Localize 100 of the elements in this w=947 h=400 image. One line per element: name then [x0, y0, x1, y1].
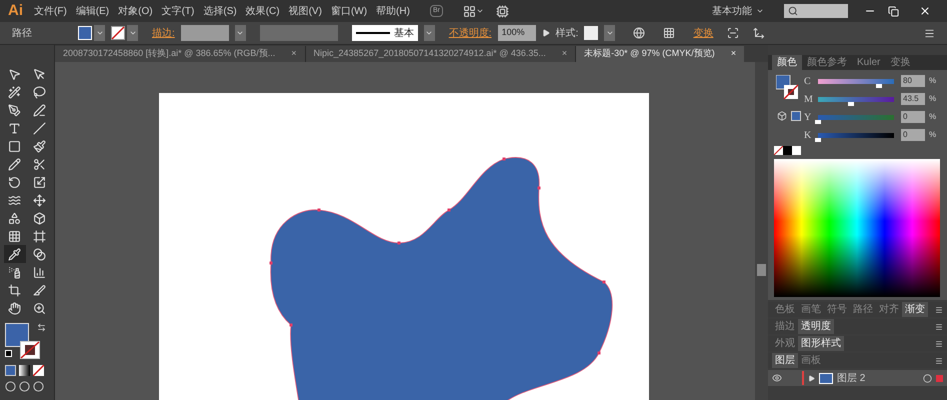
- menu-item[interactable]: 文件(F): [34, 4, 67, 18]
- panel-tab[interactable]: 图层: [772, 353, 798, 368]
- fill-swatch[interactable]: [78, 26, 92, 40]
- stroke-weight-field[interactable]: [180, 25, 229, 41]
- panel-tab[interactable]: 图形样式: [798, 336, 844, 351]
- dropdown-button[interactable]: [424, 25, 435, 41]
- target-icon[interactable]: [923, 374, 932, 382]
- panel-tab[interactable]: 颜色参考: [802, 55, 852, 70]
- panel-menu-icon[interactable]: [935, 322, 943, 330]
- menu-item[interactable]: 编辑(E): [76, 4, 110, 18]
- vertical-scrollbar[interactable]: [755, 62, 768, 400]
- stroke-color-swatch[interactable]: [20, 341, 40, 359]
- menu-item[interactable]: 对象(O): [118, 4, 153, 18]
- color-swatch[interactable]: [783, 146, 792, 155]
- menu-item[interactable]: 效果(C): [246, 4, 280, 18]
- default-colors-icon[interactable]: [5, 350, 12, 357]
- tool-button[interactable]: [4, 245, 26, 263]
- panel-menu-icon[interactable]: [924, 28, 935, 38]
- color-spectrum[interactable]: [774, 159, 940, 297]
- panel-tab[interactable]: 渐变: [902, 302, 928, 317]
- style-swatch[interactable]: [584, 26, 598, 40]
- color-swatch[interactable]: [792, 146, 801, 155]
- globe-icon[interactable]: [633, 27, 646, 39]
- screen-mode-icon[interactable]: [5, 381, 16, 392]
- transform-link[interactable]: 变换: [693, 26, 714, 40]
- no-stroke-swatch[interactable]: [111, 26, 125, 40]
- search-field[interactable]: [784, 4, 848, 18]
- layer-thumbnail: [819, 372, 833, 384]
- tab-close-button[interactable]: ×: [291, 47, 297, 61]
- shapes-icon: [8, 212, 21, 224]
- layout-icon[interactable]: [462, 4, 476, 18]
- tab-close-button[interactable]: ×: [730, 47, 736, 61]
- gpu-icon[interactable]: [496, 4, 509, 18]
- panel-tab[interactable]: 颜色: [772, 55, 802, 70]
- opacity-field[interactable]: 100%: [498, 25, 536, 41]
- slider-thumb[interactable]: [876, 84, 882, 88]
- stroke-line-icon: [356, 32, 390, 34]
- panel-tab[interactable]: 对齐: [876, 302, 902, 317]
- slider-thumb[interactable]: [815, 138, 821, 142]
- menu-item[interactable]: 视图(V): [288, 4, 322, 18]
- workspace-switcher[interactable]: 基本功能: [712, 4, 764, 18]
- panel-tab[interactable]: Kuler: [852, 55, 886, 70]
- brush-dropdown[interactable]: 基本: [352, 25, 418, 41]
- panel-tab[interactable]: 色板: [772, 302, 798, 317]
- eye-icon[interactable]: [772, 373, 782, 383]
- scrollbar-thumb[interactable]: [757, 264, 766, 276]
- menu-item[interactable]: 帮助(H): [376, 4, 410, 18]
- panel-tab[interactable]: 外观: [772, 336, 798, 351]
- dropdown-button[interactable]: [604, 25, 616, 41]
- document-tab[interactable]: 未标题-30* @ 97% (CMYK/预览) ×: [576, 46, 744, 62]
- gradient-mode-button[interactable]: [19, 365, 30, 376]
- panel-tab[interactable]: 描边: [772, 319, 798, 334]
- panel-menu-icon[interactable]: [935, 306, 943, 314]
- channel-value-field[interactable]: 0: [901, 129, 925, 141]
- panel-tab[interactable]: 路径: [850, 302, 876, 317]
- brush-label: 基本: [394, 26, 414, 40]
- panel-tab[interactable]: 画板: [798, 353, 824, 368]
- screen-mode-icon[interactable]: [19, 381, 30, 392]
- restore-icon[interactable]: [888, 6, 899, 16]
- menu-item[interactable]: 选择(S): [203, 4, 237, 18]
- cube-icon[interactable]: [777, 111, 787, 121]
- color-swatch[interactable]: [791, 111, 801, 121]
- percent-label: %: [929, 75, 936, 87]
- caret-icon[interactable]: [476, 7, 484, 15]
- channel-value-field[interactable]: 80: [901, 75, 925, 87]
- panel-menu-icon[interactable]: [935, 340, 943, 348]
- play-icon[interactable]: [542, 29, 550, 37]
- panel-tab[interactable]: 画笔: [798, 302, 824, 317]
- document-tab[interactable]: Nipic_24385267_20180507141320274912.ai* @ 436.35... ×: [306, 46, 576, 62]
- menu-item[interactable]: 窗口(W): [330, 4, 368, 18]
- screen-mode-icon[interactable]: [33, 381, 44, 392]
- dropdown-button[interactable]: [234, 25, 246, 41]
- close-icon[interactable]: [919, 5, 931, 17]
- none-mode-button[interactable]: [33, 365, 44, 376]
- slider-thumb[interactable]: [815, 120, 821, 124]
- swap-icon[interactable]: [37, 323, 46, 332]
- arrow-icon: [8, 68, 21, 80]
- panel-menu-icon[interactable]: [935, 356, 943, 364]
- panel-tab[interactable]: 变换: [885, 55, 916, 70]
- color-mode-button[interactable]: [5, 365, 16, 376]
- layer-row[interactable]: 图层 2: [768, 370, 947, 386]
- panel-tab[interactable]: 透明度: [798, 319, 834, 334]
- scale-icon: [33, 176, 46, 188]
- percent-label: %: [929, 111, 936, 123]
- menu-item[interactable]: 文字(T): [162, 4, 194, 18]
- slider-thumb[interactable]: [848, 102, 854, 106]
- stroke-link[interactable]: 描边:: [152, 26, 175, 40]
- line-icon: [33, 122, 46, 134]
- channel-value-field[interactable]: 0: [901, 111, 925, 123]
- channel-value-field[interactable]: 43.5: [901, 93, 925, 105]
- panel-tab[interactable]: 符号: [824, 302, 850, 317]
- opacity-link[interactable]: 不透明度:: [448, 26, 492, 40]
- style-label: 样式:: [556, 26, 578, 40]
- expand-icon[interactable]: [808, 374, 815, 382]
- fill-color-swatch[interactable]: [5, 323, 29, 347]
- document-tab[interactable]: 2008730172458860 [转换].ai* @ 386.65% (RGB/预... ×: [55, 46, 306, 62]
- blob-shape[interactable]: [270, 157, 613, 400]
- grid-icon[interactable]: [663, 27, 676, 39]
- tab-close-button[interactable]: ×: [562, 47, 568, 61]
- none-swatch[interactable]: [774, 146, 783, 155]
